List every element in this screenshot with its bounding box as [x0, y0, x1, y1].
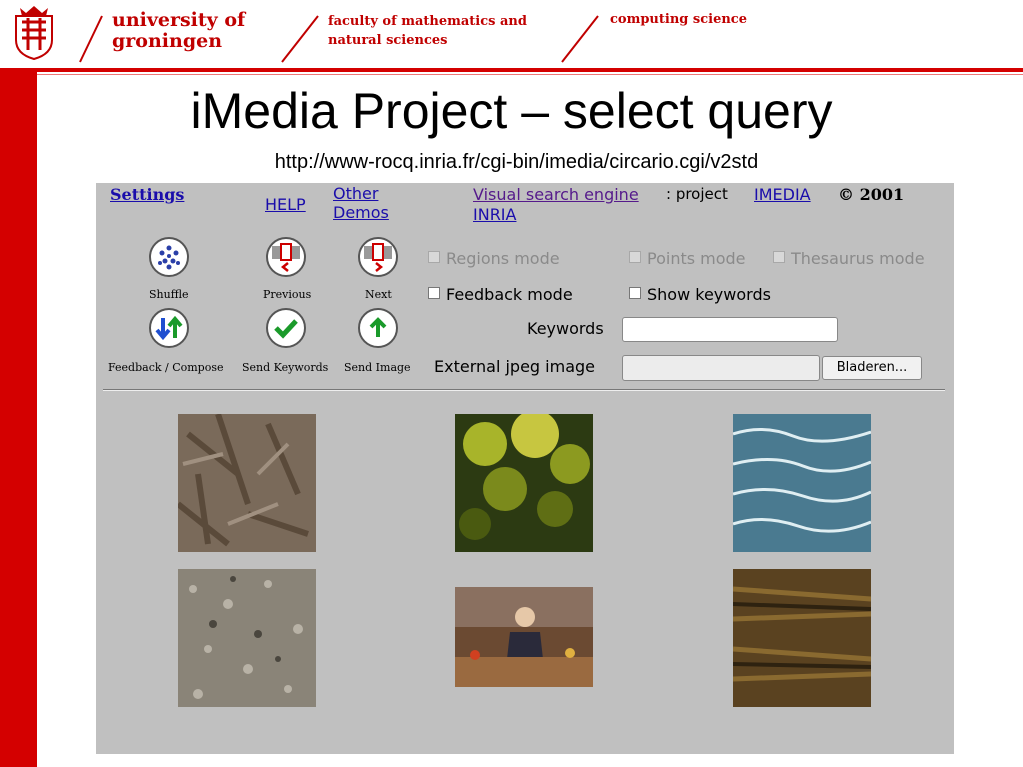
thumbnail-gravel[interactable]	[178, 569, 316, 707]
shuffle-caption: Shuffle	[149, 288, 189, 301]
thumbnail-bar-painting[interactable]	[455, 587, 593, 687]
show-keywords-option[interactable]: Show keywords	[629, 285, 771, 304]
show-keywords-checkbox[interactable]	[629, 287, 641, 299]
header-rule-thin	[37, 74, 1023, 75]
send-image-button[interactable]	[358, 308, 398, 348]
university-crest-logo	[15, 6, 53, 60]
next-icon	[364, 243, 392, 272]
regions-mode-checkbox[interactable]	[428, 251, 440, 263]
previous-caption: Previous	[263, 288, 312, 301]
keywords-input[interactable]	[622, 317, 838, 342]
checkmark-icon	[274, 319, 298, 339]
settings-link[interactable]: Settings	[110, 185, 184, 204]
other-demos-link[interactable]: Other Demos	[333, 184, 389, 222]
imedia-link[interactable]: IMEDIA	[754, 185, 811, 204]
feedback-arrows-icon	[155, 315, 183, 341]
help-link[interactable]: HELP	[265, 195, 306, 214]
next-button[interactable]	[358, 237, 398, 277]
feedback-mode-checkbox[interactable]	[428, 287, 440, 299]
shuffle-button[interactable]	[149, 237, 189, 277]
department-name: computing science	[610, 12, 747, 27]
keywords-label: Keywords	[527, 319, 604, 338]
inria-link[interactable]: INRIA	[473, 205, 516, 224]
feedback-mode-option[interactable]: Feedback mode	[428, 285, 573, 304]
slide-url: http://www-rocq.inria.fr/cgi-bin/imedia/…	[274, 151, 759, 173]
send-image-caption: Send Image	[344, 361, 411, 374]
thesaurus-mode-checkbox[interactable]	[773, 251, 785, 263]
feedback-compose-button[interactable]	[149, 308, 189, 348]
form-separator	[103, 389, 945, 391]
faculty-name: faculty of mathematics and natural scien…	[328, 14, 527, 48]
thesaurus-mode-option[interactable]: Thesaurus mode	[773, 249, 925, 268]
previous-button[interactable]	[266, 237, 306, 277]
shuffle-icon	[158, 245, 180, 270]
project-label: : project	[666, 185, 728, 203]
up-arrow-icon	[369, 317, 387, 337]
feedback-compose-caption: Feedback / Compose	[108, 361, 224, 374]
copyright-text: © 2001	[838, 185, 905, 204]
header-slash	[561, 15, 599, 63]
regions-mode-option[interactable]: Regions mode	[428, 249, 560, 268]
next-caption: Next	[365, 288, 392, 301]
browse-button[interactable]: Bladeren...	[822, 356, 922, 380]
visual-search-engine-link[interactable]: Visual search engine	[473, 185, 639, 204]
send-keywords-button[interactable]	[266, 308, 306, 348]
header-slash	[79, 15, 103, 63]
thumbnail-green-foliage[interactable]	[455, 414, 593, 552]
thumbnail-bark-mulch[interactable]	[178, 414, 316, 552]
external-jpeg-input[interactable]	[622, 355, 820, 381]
university-name: university of groningen	[112, 9, 246, 52]
send-keywords-caption: Send Keywords	[242, 361, 329, 374]
points-mode-option[interactable]: Points mode	[629, 249, 746, 268]
external-jpeg-label: External jpeg image	[434, 357, 595, 376]
thumbnail-brown-texture[interactable]	[733, 569, 871, 707]
previous-icon	[272, 243, 300, 272]
header-rule	[37, 68, 1023, 72]
points-mode-checkbox[interactable]	[629, 251, 641, 263]
slide-title: iMedia Project – select query	[190, 83, 833, 139]
thumbnail-sea-waves[interactable]	[733, 414, 871, 552]
header-slash	[281, 15, 319, 63]
imedia-app-screenshot: Settings HELP Other Demos Visual search …	[96, 183, 954, 754]
